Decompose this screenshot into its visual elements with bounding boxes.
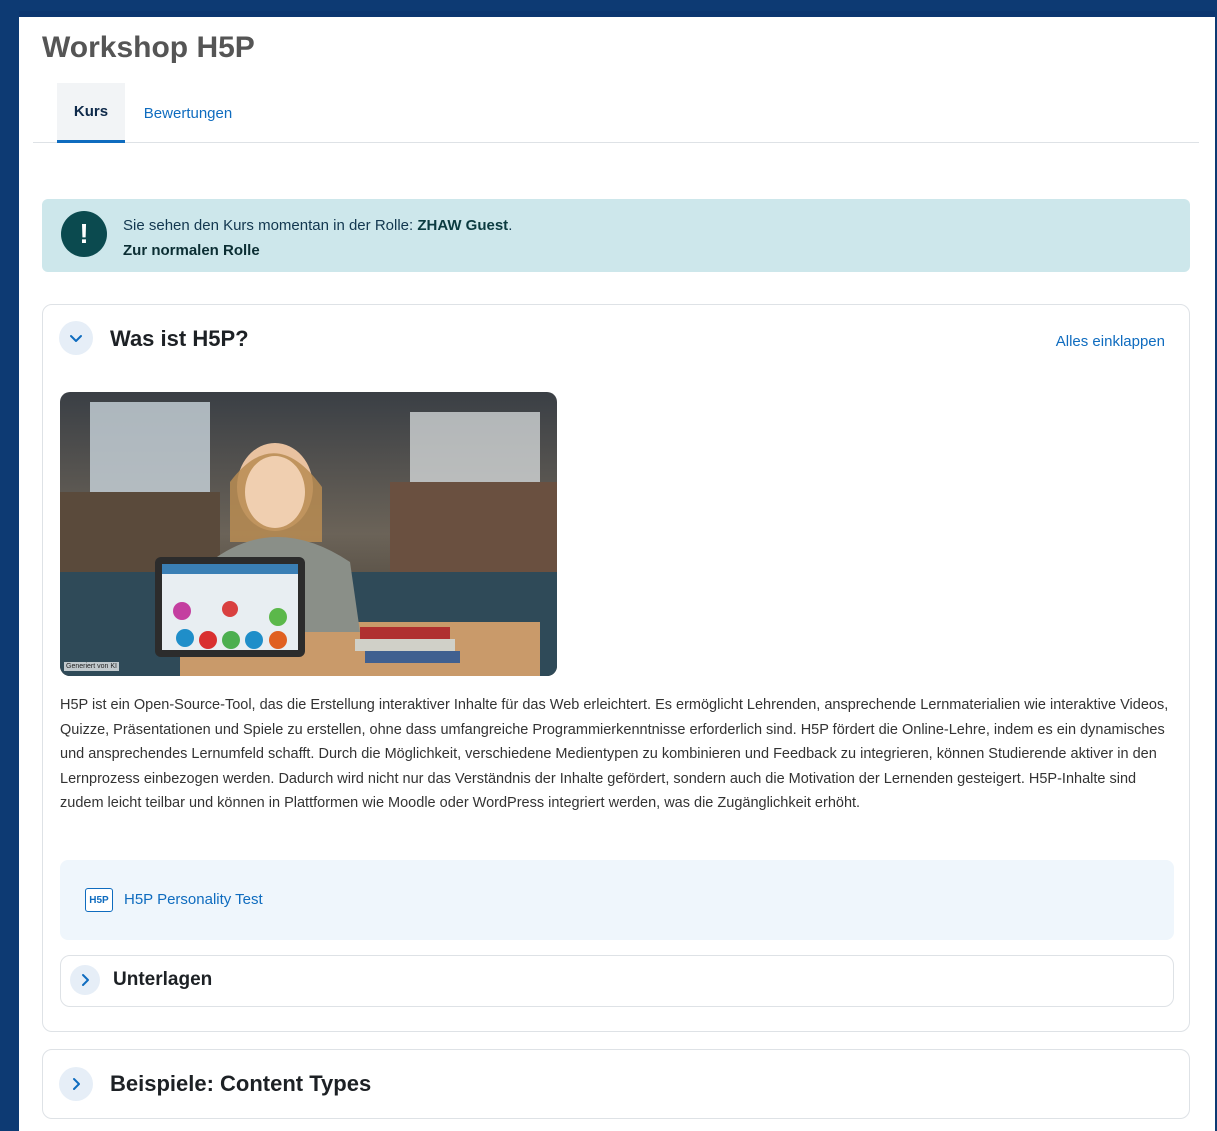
alert-text-suffix: . <box>508 217 513 234</box>
chevron-right-icon <box>82 974 89 986</box>
switch-role-link[interactable]: Zur normalen Rolle <box>123 238 512 263</box>
section-title: Was ist H5P? <box>110 326 249 351</box>
section-title: Beispiele: Content Types <box>110 1071 372 1096</box>
activity-link[interactable]: H5P Personality Test <box>124 891 263 908</box>
course-tabs: Kurs Bewertungen <box>33 83 1199 143</box>
h5p-icon: H5P <box>85 888 113 912</box>
section-what-is-h5p: Was ist H5P? Alles einklappen Generiert … <box>42 304 1190 1032</box>
expand-section-button[interactable] <box>59 1067 93 1101</box>
alert-text-prefix: Sie sehen den Kurs momentan in der Rolle… <box>123 217 418 234</box>
chevron-right-icon <box>73 1078 80 1090</box>
page-title: Workshop H5P <box>42 31 255 64</box>
tab-kurs[interactable]: Kurs <box>57 83 125 143</box>
exclamation-icon: ! <box>61 211 107 257</box>
course-page: Workshop H5P Kurs Bewertungen ! Sie sehe… <box>19 11 1215 1131</box>
collapse-section-button[interactable] <box>59 321 93 355</box>
section-beispiele: Beispiele: Content Types <box>42 1049 1190 1119</box>
subsection-unterlagen: Unterlagen <box>60 955 1174 1007</box>
role-alert: ! Sie sehen den Kurs momentan in der Rol… <box>42 199 1190 272</box>
tab-bewertungen[interactable]: Bewertungen <box>133 83 243 143</box>
section-description: H5P ist ein Open-Source-Tool, das die Er… <box>60 697 1169 812</box>
collapse-all-link[interactable]: Alles einklappen <box>1056 333 1165 350</box>
expand-subsection-button[interactable] <box>70 965 100 995</box>
image-caption: Generiert von KI <box>64 662 119 671</box>
subsection-title: Unterlagen <box>113 969 213 990</box>
alert-role: ZHAW Guest <box>417 217 509 234</box>
alert-message: Sie sehen den Kurs momentan in der Rolle… <box>123 213 512 263</box>
activity-h5p-personality-test[interactable]: H5P H5P Personality Test <box>60 860 1174 940</box>
chevron-down-icon <box>70 335 82 342</box>
course-image: Generiert von KI <box>60 392 557 676</box>
